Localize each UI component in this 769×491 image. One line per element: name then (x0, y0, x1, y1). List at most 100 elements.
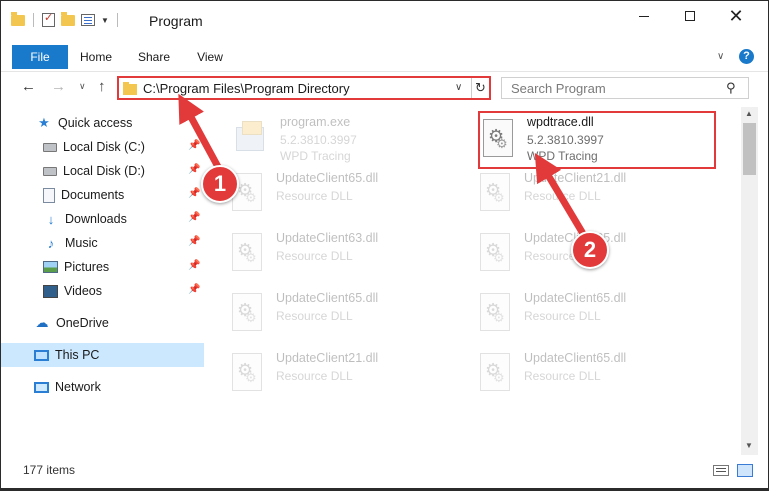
dll-file-icon (480, 173, 516, 215)
star-icon: ★ (38, 115, 50, 130)
sidebar-item-onedrive[interactable]: ☁ OneDrive (1, 311, 204, 335)
help-icon[interactable]: ? (739, 49, 754, 64)
forward-icon[interactable]: → (51, 78, 66, 95)
new-folder-icon[interactable] (61, 11, 75, 26)
sidebar-item-quick-access[interactable]: ★ Quick access (1, 111, 204, 135)
ribbon-tabs: File Home Share View ∨ ? (1, 45, 768, 69)
sidebar-item-this-pc[interactable]: This PC (1, 343, 204, 367)
address-bar[interactable]: C:\Program Files\Program Directory ∨ ↻ (117, 76, 491, 100)
window-title: Program (149, 13, 203, 29)
file-tile[interactable]: program.exe 5.2.3810.3997 WPD Tracing (236, 113, 476, 165)
navigation-pane: ★ Quick access Local Disk (C:) 📌 Local D… (1, 107, 206, 455)
videos-icon (43, 284, 58, 298)
dll-file-icon (232, 293, 268, 335)
file-tile[interactable]: UpdateClient21.dll Resource DLL (232, 349, 472, 401)
file-name: UpdateClient65.dll (276, 171, 379, 185)
details-view-icon[interactable] (713, 465, 729, 476)
file-tile[interactable]: UpdateClient65.dll Resource DLL (232, 289, 472, 341)
downloads-icon: ↓ (47, 211, 55, 227)
file-name: program.exe (280, 115, 351, 129)
sidebar-item-documents[interactable]: Documents 📌 (1, 183, 204, 207)
tiles-view-icon[interactable] (737, 464, 753, 477)
file-description: Resource DLL (524, 369, 601, 383)
scroll-up-icon[interactable]: ▲ (745, 109, 753, 118)
tab-file[interactable]: File (12, 45, 68, 69)
sidebar-item-pictures[interactable]: Pictures 📌 (1, 255, 204, 279)
sidebar-item-music[interactable]: ♪ Music 📌 (1, 231, 204, 255)
file-tile[interactable]: UpdateClient65.dll Resource DLL (480, 349, 720, 401)
sidebar-item-label: Local Disk (D:) (63, 164, 145, 178)
qat-dropdown-icon[interactable]: ▼ (101, 16, 109, 25)
pin-icon[interactable]: 📌 (188, 140, 200, 151)
expand-ribbon-icon[interactable]: ∨ (717, 51, 724, 62)
recent-locations-icon[interactable]: ∨ (79, 81, 86, 92)
file-description: WPD Tracing (527, 149, 598, 163)
navigation-bar: ← → ∨ ↑ C:\Program Files\Program Directo… (1, 71, 768, 103)
file-description: Resource DLL (524, 189, 601, 203)
pin-icon[interactable]: 📌 (188, 188, 200, 199)
file-description: Resource DLL (276, 249, 353, 263)
explorer-window: ▼ Program ✕ File Home Share View ∨ ? ← →… (0, 0, 769, 491)
file-description: WPD Tracing (280, 149, 351, 163)
tab-home[interactable]: Home (73, 45, 119, 69)
file-tile[interactable]: UpdateClient65.dll Resource DLL (480, 289, 720, 341)
pin-icon[interactable]: 📌 (188, 260, 200, 271)
sidebar-item-network[interactable]: Network (1, 375, 204, 399)
search-icon[interactable]: ⚲ (726, 80, 736, 96)
sidebar-item-local-disk-c[interactable]: Local Disk (C:) 📌 (1, 135, 204, 159)
file-tile[interactable]: UpdateClient63.dll Resource DLL (232, 229, 472, 281)
music-icon: ♪ (47, 235, 55, 251)
file-name: UpdateClient21.dll (276, 351, 379, 365)
dll-file-icon (232, 353, 268, 395)
file-tile-highlighted[interactable]: wpdtrace.dll 5.2.3810.3997 WPD Tracing (478, 111, 716, 169)
vertical-scrollbar[interactable]: ▲ ▼ (741, 107, 758, 455)
pin-icon[interactable]: 📌 (188, 236, 200, 247)
status-bar: 177 items (1, 457, 768, 483)
sidebar-item-downloads[interactable]: ↓ Downloads 📌 (1, 207, 204, 231)
sidebar-item-local-disk-d[interactable]: Local Disk (D:) 📌 (1, 159, 204, 183)
minimize-button[interactable] (621, 1, 667, 31)
address-dropdown-icon[interactable]: ∨ (455, 82, 462, 93)
pin-icon[interactable]: 📌 (188, 212, 200, 223)
dll-file-icon (480, 233, 516, 275)
sidebar-item-label: Music (65, 236, 98, 250)
separator (33, 13, 34, 27)
scroll-thumb[interactable] (743, 123, 756, 175)
file-name: wpdtrace.dll (527, 115, 594, 129)
search-box[interactable]: ⚲ (501, 77, 749, 99)
dll-file-icon (483, 119, 519, 161)
address-path[interactable]: C:\Program Files\Program Directory (143, 81, 350, 96)
sidebar-item-videos[interactable]: Videos 📌 (1, 279, 204, 303)
file-description: Resource DLL (276, 309, 353, 323)
step-2-badge: 2 (571, 231, 609, 269)
sidebar-item-label: Quick access (58, 116, 133, 130)
file-tile[interactable]: UpdateClient21.dll Resource DLL (480, 169, 720, 221)
up-icon[interactable]: ↑ (98, 78, 106, 95)
sidebar-item-label: Documents (61, 188, 125, 202)
close-icon: ✕ (728, 5, 744, 26)
customize-view-icon[interactable] (81, 14, 95, 26)
search-input[interactable] (502, 78, 722, 98)
back-icon[interactable]: ← (21, 78, 36, 95)
pictures-icon (43, 261, 58, 273)
disk-icon (43, 166, 57, 176)
maximize-button[interactable] (667, 1, 713, 31)
pin-icon[interactable]: 📌 (188, 164, 200, 175)
pin-icon[interactable]: 📌 (188, 284, 200, 295)
properties-icon[interactable] (42, 11, 55, 27)
documents-icon (43, 187, 55, 203)
maximize-icon (685, 11, 695, 21)
dll-file-icon (480, 293, 516, 335)
scroll-down-icon[interactable]: ▼ (745, 441, 753, 450)
file-name: UpdateClient65.dll (524, 291, 627, 305)
file-version: 5.2.3810.3997 (527, 133, 604, 147)
file-name: UpdateClient65.dll (524, 351, 627, 365)
tab-share[interactable]: Share (129, 45, 179, 69)
close-button[interactable]: ✕ (713, 1, 759, 31)
sidebar-item-label: This PC (55, 348, 100, 362)
file-name: UpdateClient21.dll (524, 171, 627, 185)
file-list: program.exe 5.2.3810.3997 WPD Tracing wp… (208, 107, 741, 455)
file-tile[interactable]: UpdateClient65.dll Resource DLL (232, 169, 472, 221)
refresh-icon[interactable]: ↻ (471, 78, 489, 98)
tab-view[interactable]: View (187, 45, 233, 69)
